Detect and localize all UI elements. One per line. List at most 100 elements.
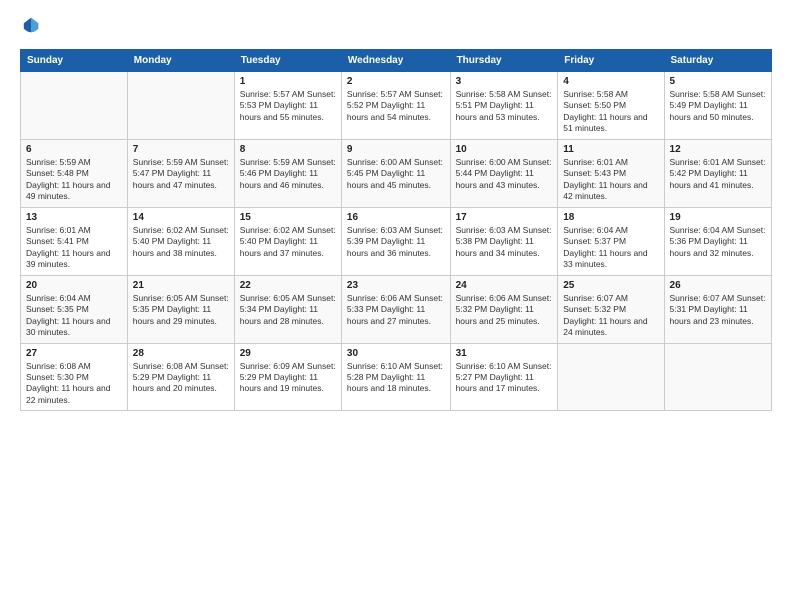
calendar-cell (664, 343, 771, 411)
calendar-cell: 2 Sunrise: 5:57 AM Sunset: 5:52 PM Daylig… (341, 72, 450, 140)
day-info: Sunrise: 5:58 AM Sunset: 5:51 PM Dayligh… (456, 89, 553, 123)
calendar-weekday-friday: Friday (558, 50, 664, 72)
calendar-week-row: 1 Sunrise: 5:57 AM Sunset: 5:53 PM Daylig… (21, 72, 772, 140)
calendar-cell: 4 Sunrise: 5:58 AM Sunset: 5:50 PM Daylig… (558, 72, 664, 140)
calendar-cell: 3 Sunrise: 5:58 AM Sunset: 5:51 PM Daylig… (450, 72, 558, 140)
calendar-cell: 25 Sunrise: 6:07 AM Sunset: 5:32 PM Dayli… (558, 275, 664, 343)
day-info: Sunrise: 6:03 AM Sunset: 5:38 PM Dayligh… (456, 225, 553, 259)
day-number: 8 (240, 144, 336, 155)
day-number: 15 (240, 212, 336, 223)
day-number: 6 (26, 144, 122, 155)
page: SundayMondayTuesdayWednesdayThursdayFrid… (0, 0, 792, 612)
day-number: 19 (670, 212, 766, 223)
day-number: 20 (26, 280, 122, 291)
calendar-cell (127, 72, 234, 140)
calendar-weekday-tuesday: Tuesday (234, 50, 341, 72)
day-number: 23 (347, 280, 445, 291)
day-info: Sunrise: 6:04 AM Sunset: 5:37 PM Dayligh… (563, 225, 658, 271)
day-info: Sunrise: 6:09 AM Sunset: 5:29 PM Dayligh… (240, 361, 336, 395)
calendar-weekday-monday: Monday (127, 50, 234, 72)
day-info: Sunrise: 6:04 AM Sunset: 5:36 PM Dayligh… (670, 225, 766, 259)
day-info: Sunrise: 6:10 AM Sunset: 5:28 PM Dayligh… (347, 361, 445, 395)
day-number: 28 (133, 348, 229, 359)
calendar-cell: 5 Sunrise: 5:58 AM Sunset: 5:49 PM Daylig… (664, 72, 771, 140)
calendar-cell: 17 Sunrise: 6:03 AM Sunset: 5:38 PM Dayli… (450, 207, 558, 275)
day-info: Sunrise: 5:58 AM Sunset: 5:50 PM Dayligh… (563, 89, 658, 135)
day-number: 3 (456, 76, 553, 87)
calendar-cell: 1 Sunrise: 5:57 AM Sunset: 5:53 PM Daylig… (234, 72, 341, 140)
day-number: 11 (563, 144, 658, 155)
day-info: Sunrise: 5:57 AM Sunset: 5:53 PM Dayligh… (240, 89, 336, 123)
day-number: 29 (240, 348, 336, 359)
day-info: Sunrise: 6:08 AM Sunset: 5:29 PM Dayligh… (133, 361, 229, 395)
calendar-cell (558, 343, 664, 411)
day-info: Sunrise: 6:06 AM Sunset: 5:32 PM Dayligh… (456, 293, 553, 327)
calendar-week-row: 20Sunrise: 6:04 AM Sunset: 5:35 PM Dayli… (21, 275, 772, 343)
day-number: 18 (563, 212, 658, 223)
calendar-cell: 8 Sunrise: 5:59 AM Sunset: 5:46 PM Daylig… (234, 139, 341, 207)
day-number: 1 (240, 76, 336, 87)
calendar-week-row: 13Sunrise: 6:01 AM Sunset: 5:41 PM Dayli… (21, 207, 772, 275)
day-info: Sunrise: 6:00 AM Sunset: 5:45 PM Dayligh… (347, 157, 445, 191)
calendar-weekday-sunday: Sunday (21, 50, 128, 72)
day-info: Sunrise: 6:08 AM Sunset: 5:30 PM Dayligh… (26, 361, 122, 407)
day-number: 30 (347, 348, 445, 359)
day-info: Sunrise: 5:59 AM Sunset: 5:46 PM Dayligh… (240, 157, 336, 191)
day-number: 9 (347, 144, 445, 155)
calendar-cell: 21 Sunrise: 6:05 AM Sunset: 5:35 PM Dayli… (127, 275, 234, 343)
calendar-cell: 7Sunrise: 5:59 AM Sunset: 5:47 PM Daylig… (127, 139, 234, 207)
day-number: 26 (670, 280, 766, 291)
day-number: 17 (456, 212, 553, 223)
calendar-cell: 31Sunrise: 6:10 AM Sunset: 5:27 PM Dayli… (450, 343, 558, 411)
day-number: 16 (347, 212, 445, 223)
header (20, 16, 772, 39)
calendar-cell: 10Sunrise: 6:00 AM Sunset: 5:44 PM Dayli… (450, 139, 558, 207)
calendar-week-row: 6 Sunrise: 5:59 AM Sunset: 5:48 PM Daylig… (21, 139, 772, 207)
day-info: Sunrise: 6:03 AM Sunset: 5:39 PM Dayligh… (347, 225, 445, 259)
day-number: 13 (26, 212, 122, 223)
day-info: Sunrise: 6:01 AM Sunset: 5:43 PM Dayligh… (563, 157, 658, 203)
day-number: 4 (563, 76, 658, 87)
calendar-cell: 15 Sunrise: 6:02 AM Sunset: 5:40 PM Dayli… (234, 207, 341, 275)
day-number: 22 (240, 280, 336, 291)
day-info: Sunrise: 6:02 AM Sunset: 5:40 PM Dayligh… (133, 225, 229, 259)
day-number: 7 (133, 144, 229, 155)
calendar-cell (21, 72, 128, 140)
logo (20, 16, 42, 39)
calendar-cell: 18 Sunrise: 6:04 AM Sunset: 5:37 PM Dayli… (558, 207, 664, 275)
calendar-header-row: SundayMondayTuesdayWednesdayThursdayFrid… (21, 50, 772, 72)
calendar-cell: 19 Sunrise: 6:04 AM Sunset: 5:36 PM Dayli… (664, 207, 771, 275)
calendar-cell: 9 Sunrise: 6:00 AM Sunset: 5:45 PM Daylig… (341, 139, 450, 207)
calendar-table: SundayMondayTuesdayWednesdayThursdayFrid… (20, 49, 772, 411)
calendar-cell: 11 Sunrise: 6:01 AM Sunset: 5:43 PM Dayli… (558, 139, 664, 207)
day-info: Sunrise: 5:58 AM Sunset: 5:49 PM Dayligh… (670, 89, 766, 123)
logo-icon (22, 16, 40, 34)
calendar-cell: 16 Sunrise: 6:03 AM Sunset: 5:39 PM Dayli… (341, 207, 450, 275)
day-info: Sunrise: 6:02 AM Sunset: 5:40 PM Dayligh… (240, 225, 336, 259)
calendar-cell: 26 Sunrise: 6:07 AM Sunset: 5:31 PM Dayli… (664, 275, 771, 343)
calendar-weekday-thursday: Thursday (450, 50, 558, 72)
calendar-week-row: 27Sunrise: 6:08 AM Sunset: 5:30 PM Dayli… (21, 343, 772, 411)
day-info: Sunrise: 6:05 AM Sunset: 5:35 PM Dayligh… (133, 293, 229, 327)
calendar-cell: 28 Sunrise: 6:08 AM Sunset: 5:29 PM Dayli… (127, 343, 234, 411)
day-number: 25 (563, 280, 658, 291)
calendar-cell: 27Sunrise: 6:08 AM Sunset: 5:30 PM Dayli… (21, 343, 128, 411)
day-number: 10 (456, 144, 553, 155)
calendar-cell: 6 Sunrise: 5:59 AM Sunset: 5:48 PM Daylig… (21, 139, 128, 207)
day-info: Sunrise: 6:07 AM Sunset: 5:32 PM Dayligh… (563, 293, 658, 339)
calendar-cell: 23Sunrise: 6:06 AM Sunset: 5:33 PM Dayli… (341, 275, 450, 343)
calendar-weekday-saturday: Saturday (664, 50, 771, 72)
day-info: Sunrise: 5:59 AM Sunset: 5:48 PM Dayligh… (26, 157, 122, 203)
day-info: Sunrise: 6:07 AM Sunset: 5:31 PM Dayligh… (670, 293, 766, 327)
day-number: 31 (456, 348, 553, 359)
calendar-cell: 12Sunrise: 6:01 AM Sunset: 5:42 PM Dayli… (664, 139, 771, 207)
day-number: 5 (670, 76, 766, 87)
calendar-cell: 20Sunrise: 6:04 AM Sunset: 5:35 PM Dayli… (21, 275, 128, 343)
calendar-cell: 24 Sunrise: 6:06 AM Sunset: 5:32 PM Dayli… (450, 275, 558, 343)
day-info: Sunrise: 5:57 AM Sunset: 5:52 PM Dayligh… (347, 89, 445, 123)
calendar-cell: 22 Sunrise: 6:05 AM Sunset: 5:34 PM Dayli… (234, 275, 341, 343)
day-number: 24 (456, 280, 553, 291)
day-number: 2 (347, 76, 445, 87)
day-number: 21 (133, 280, 229, 291)
day-info: Sunrise: 6:05 AM Sunset: 5:34 PM Dayligh… (240, 293, 336, 327)
